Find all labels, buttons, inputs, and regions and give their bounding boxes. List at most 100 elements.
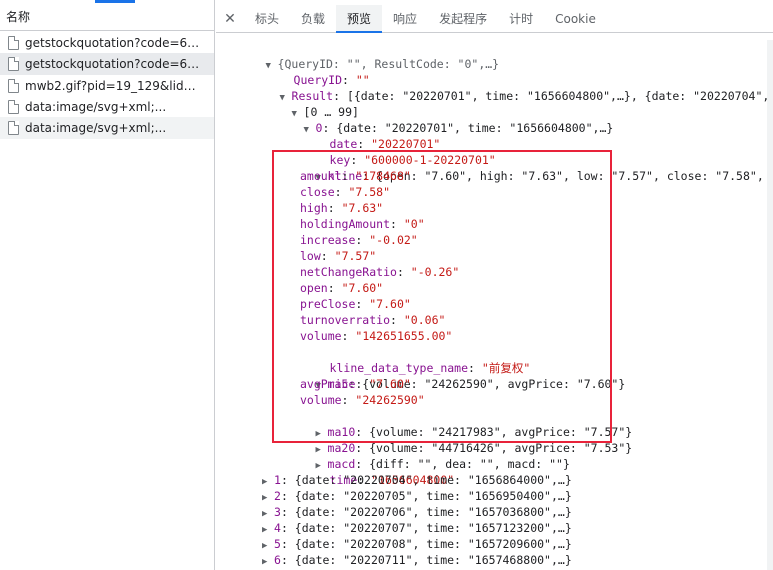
tree-node: date: "20220701": [329, 137, 441, 151]
json-key: volume: [300, 329, 342, 343]
tree-node[interactable]: ▼ kline: {open: "7.60", high: "7.63", low…: [274, 152, 773, 183]
tab-preview[interactable]: 预览: [336, 5, 383, 33]
json-value: "0": [403, 217, 425, 231]
tree-node[interactable]: ▼ ma5: {volume: "24262590", avgPrice: "7.…: [274, 360, 626, 391]
tree-node: volume: "142651655.00": [300, 329, 453, 343]
json-value: "-0.02": [369, 233, 418, 247]
tab-cookies[interactable]: Cookie: [544, 5, 607, 32]
tree-node: open: "7.60": [300, 281, 384, 295]
tab-initiator[interactable]: 发起程序: [428, 5, 498, 32]
json-key: preClose: [300, 297, 356, 311]
json-value: {date: "20220706", time: "1657036800",…}: [294, 505, 572, 519]
request-row-selected[interactable]: getstockquotation?code=600000...: [0, 53, 214, 75]
tree-node[interactable]: ▶ 5: {date: "20220708", time: "1657209600…: [262, 536, 572, 552]
file-icon: [8, 57, 19, 71]
close-icon[interactable]: ✕: [216, 5, 244, 32]
json-key: holdingAmount: [300, 217, 391, 231]
json-value: {date: "20220711", time: "1657468800",…}: [294, 553, 572, 567]
tree-node[interactable]: ▶ macd: {diff: "", dea: "", macd: ""}: [274, 440, 570, 471]
json-value: [{date: "20220701", time: "1656604800",……: [346, 89, 773, 103]
detail-panel: ✕ 标头 负载 预览 响应 发起程序 计时 Cookie ▼ {QueryID: …: [216, 0, 773, 570]
json-value: {date: "20220708", time: "1657209600",…}: [294, 537, 572, 551]
json-value: "7.60": [369, 377, 411, 391]
request-row[interactable]: mwb2.gif?pid=19_129&lid=&ts=...: [0, 75, 214, 97]
json-key: low: [300, 249, 321, 263]
json-key: increase: [300, 233, 356, 247]
tree-node: avgPrice: "7.60": [300, 377, 411, 391]
json-value: "142651655.00": [355, 329, 453, 343]
json-value: "0.06": [403, 313, 446, 327]
json-value: "7.63": [341, 201, 384, 215]
json-value: {date: "20220704", time: "1656864000",…}: [294, 473, 572, 487]
tree-node: QueryID: "": [293, 73, 370, 87]
json-key: 1: [274, 473, 281, 487]
json-key: 3: [274, 505, 281, 519]
tab-response[interactable]: 响应: [382, 5, 428, 32]
json-value: "178468": [355, 169, 411, 183]
tree-node[interactable]: ▶ 3: {date: "20220706", time: "1657036800…: [262, 504, 572, 520]
json-key: open: [300, 281, 328, 295]
tab-timing[interactable]: 计时: [498, 5, 544, 32]
detail-tab-bar: ✕ 标头 负载 预览 响应 发起程序 计时 Cookie: [216, 5, 773, 33]
tree-node[interactable]: ▶ ma10: {volume: "24217983", avgPrice: "7…: [274, 408, 633, 439]
tree-node: close: "7.58": [300, 185, 391, 199]
request-name: data:image/svg+xml;...: [25, 100, 167, 114]
json-value: {open: "7.60", high: "7.63", low: "7.57"…: [376, 169, 773, 183]
json-value: {date: "20220705", time: "1656950400",…}: [294, 489, 572, 503]
json-key: 2: [274, 489, 281, 503]
request-name: getstockquotation?code=600000...: [25, 57, 205, 71]
tree-node[interactable]: ▼ Result: [{date: "20220701", time: "1656…: [238, 72, 773, 103]
tree-node[interactable]: ▶ 6: {date: "20220711", time: "1657468800…: [262, 552, 572, 568]
top-scroll-indicator: [95, 0, 135, 3]
file-icon: [8, 100, 19, 114]
tree-node[interactable]: ▶ 1: {date: "20220704", time: "1656864000…: [262, 472, 572, 488]
tree-node: time: "1656604800": [329, 473, 455, 487]
tab-headers[interactable]: 标头: [244, 5, 290, 32]
tree-node[interactable]: ▶ ma20: {volume: "44716426", avgPrice: "7…: [274, 424, 633, 455]
json-value: "24262590": [355, 393, 425, 407]
request-name: mwb2.gif?pid=19_129&lid=&ts=...: [25, 79, 205, 93]
json-key: 4: [274, 521, 281, 535]
json-key: close: [300, 185, 335, 199]
tree-node: volume: "24262590": [300, 393, 425, 407]
tree-node[interactable]: ▶ 4: {date: "20220707", time: "1657123200…: [262, 520, 572, 536]
tree-node: high: "7.63": [300, 201, 384, 215]
json-preview: ▼ {QueryID: "", ResultCode: "0",…} QueryI…: [216, 34, 773, 570]
json-key: avgPrice: [300, 377, 356, 391]
tree-node: low: "7.57": [300, 249, 377, 263]
request-row[interactable]: data:image/svg+xml;...: [0, 96, 214, 118]
tree-node: preClose: "7.60": [300, 297, 411, 311]
json-value: "-0.26": [410, 265, 460, 279]
json-key: 6: [274, 553, 281, 567]
json-value: "7.60": [341, 281, 384, 295]
tree-root[interactable]: ▼ {QueryID: "", ResultCode: "0",…}: [224, 40, 500, 71]
json-key: turnoverratio: [300, 313, 391, 327]
json-key: volume: [300, 393, 342, 407]
tree-node: increase: "-0.02": [300, 233, 418, 247]
request-row[interactable]: data:image/svg+xml;...: [0, 117, 214, 139]
tree-node: key: "600000-1-20220701": [329, 153, 496, 167]
tree-node[interactable]: ▼ [0 … 99]: [250, 88, 359, 119]
tab-payload[interactable]: 负载: [290, 5, 336, 32]
triangle-right-icon[interactable]: ▶: [262, 554, 274, 570]
vertical-scrollbar[interactable]: [767, 40, 773, 570]
tree-node: amount: "178468": [300, 169, 411, 183]
tree-node[interactable]: ▼ 0: {date: "20220701", time: "1656604800…: [262, 104, 614, 135]
json-key: 5: [274, 537, 281, 551]
tree-node: holdingAmount: "0": [300, 217, 425, 231]
tree-node[interactable]: ▶ 2: {date: "20220705", time: "1656950400…: [262, 488, 572, 504]
tree-node: kline_data_type_name: "前复权": [329, 361, 531, 375]
json-value: "7.58": [348, 185, 391, 199]
request-row[interactable]: getstockquotation?code=600000...: [0, 32, 214, 54]
json-key: amount: [300, 169, 342, 183]
json-key: high: [300, 201, 328, 215]
json-key: netChangeRatio: [300, 265, 397, 279]
request-name: data:image/svg+xml;...: [25, 121, 167, 135]
json-value: "7.60": [369, 297, 411, 311]
json-value: {date: "20220707", time: "1657123200",…}: [294, 521, 572, 535]
json-value: "7.57": [334, 249, 377, 263]
file-icon: [8, 79, 19, 93]
name-column-header[interactable]: 名称: [0, 5, 214, 31]
request-list-panel: 名称 getstockquotation?code=600000... gets…: [0, 0, 215, 570]
tree-node: turnoverratio: "0.06": [300, 313, 446, 327]
